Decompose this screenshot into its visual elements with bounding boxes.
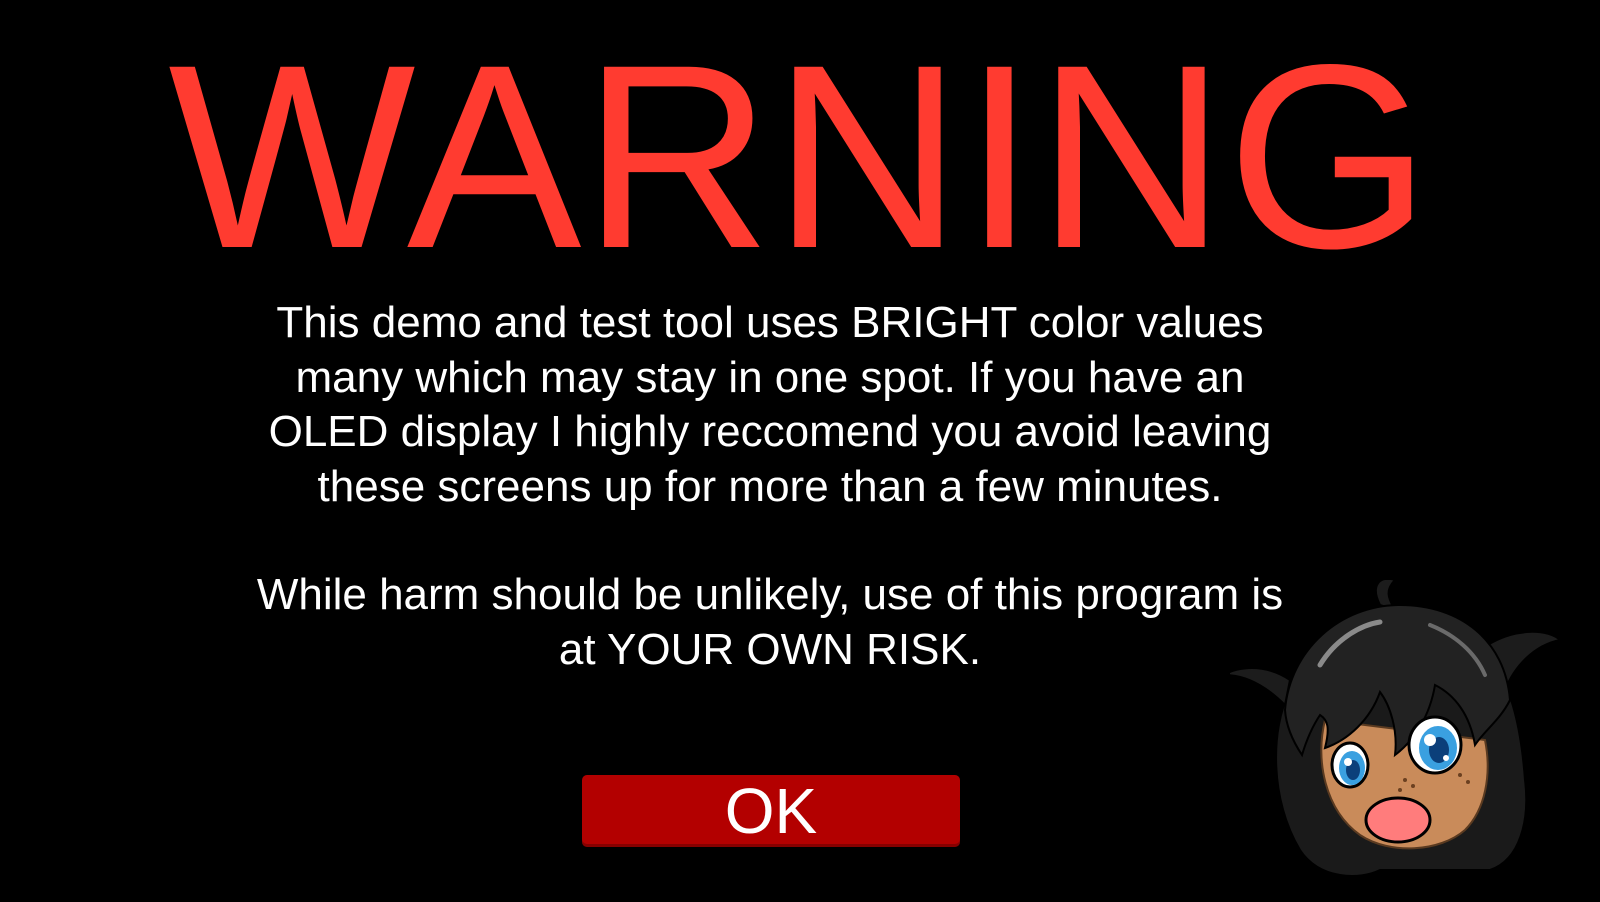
warning-screen: WARNING This demo and test tool uses BRI… bbox=[0, 0, 1600, 902]
warning-paragraph-oled: This demo and test tool uses BRIGHT colo… bbox=[268, 298, 1272, 511]
warning-message: This demo and test tool uses BRIGHT colo… bbox=[250, 296, 1290, 677]
ok-button[interactable]: OK bbox=[582, 775, 960, 847]
warning-paragraph-risk: While harm should be unlikely, use of th… bbox=[256, 570, 1284, 674]
mascot-character-icon bbox=[1230, 580, 1560, 877]
warning-title: WARNING bbox=[168, 10, 1432, 303]
